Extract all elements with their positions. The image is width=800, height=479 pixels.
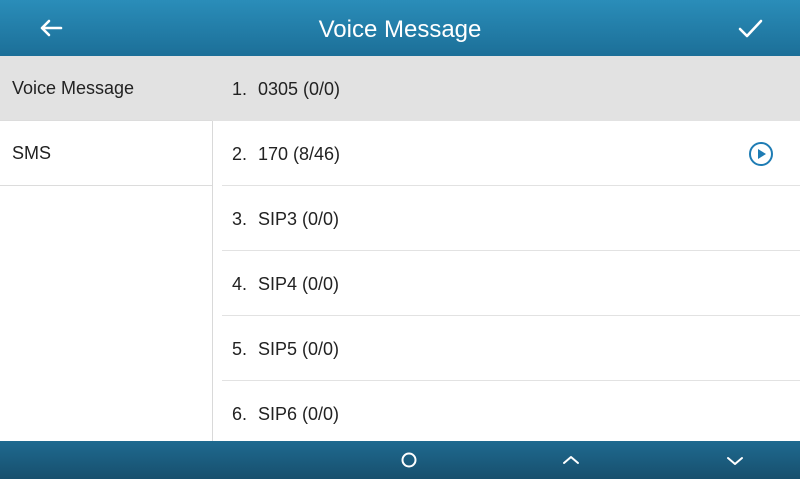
list-item[interactable]: 4. SIP4 (0/0) bbox=[222, 251, 800, 316]
sidebar-item-sms[interactable]: SMS bbox=[0, 121, 212, 186]
item-label: 0305 (0/0) bbox=[258, 79, 341, 99]
item-label: SIP3 (0/0) bbox=[258, 209, 340, 229]
checkmark-icon[interactable] bbox=[736, 14, 764, 42]
list-item[interactable]: 5. SIP5 (0/0) bbox=[222, 316, 800, 381]
list-item[interactable]: 1. 0305 (0/0) bbox=[212, 56, 800, 121]
softkey-bar bbox=[0, 441, 800, 479]
title-bar: Voice Message bbox=[0, 0, 800, 56]
item-number: 6. bbox=[232, 404, 248, 424]
list-item[interactable]: 2. 170 (8/46) bbox=[222, 121, 800, 186]
item-label: 170 (8/46) bbox=[258, 144, 341, 164]
item-number: 4. bbox=[232, 274, 248, 294]
item-number: 5. bbox=[232, 339, 248, 359]
item-number: 3. bbox=[232, 209, 248, 229]
sidebar-item-voice-message[interactable]: Voice Message bbox=[0, 56, 212, 121]
chevron-down-icon[interactable] bbox=[721, 448, 749, 472]
circle-icon[interactable] bbox=[395, 448, 423, 472]
sidebar-item-label: SMS bbox=[12, 143, 52, 163]
voice-message-list: 1. 0305 (0/0) 2. 170 (8/46) 3. SIP3 (0/0… bbox=[212, 56, 800, 441]
list-item[interactable]: 6. SIP6 (0/0) bbox=[222, 381, 800, 441]
item-label: SIP6 (0/0) bbox=[258, 404, 340, 424]
list-item[interactable]: 3. SIP3 (0/0) bbox=[222, 186, 800, 251]
item-number: 1. bbox=[232, 79, 248, 99]
item-label: SIP5 (0/0) bbox=[258, 339, 340, 359]
item-label: SIP4 (0/0) bbox=[258, 274, 340, 294]
page-title: Voice Message bbox=[318, 16, 482, 43]
item-number: 2. bbox=[232, 144, 248, 164]
sidebar: Voice Message SMS bbox=[0, 56, 213, 441]
play-icon[interactable] bbox=[748, 141, 774, 167]
chevron-up-icon[interactable] bbox=[557, 448, 585, 472]
sidebar-item-label: Voice Message bbox=[12, 78, 135, 98]
